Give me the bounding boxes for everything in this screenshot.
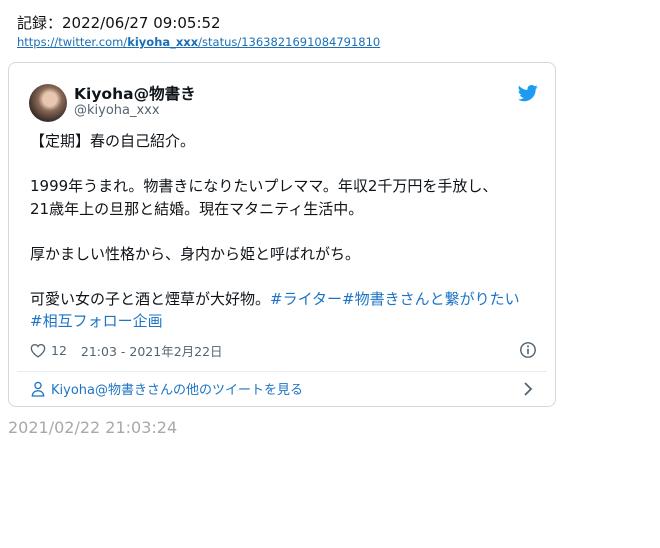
- chevron-right-icon[interactable]: [521, 381, 535, 397]
- author-name[interactable]: Kiyoha@物書き: [74, 82, 196, 104]
- avatar[interactable]: [29, 84, 67, 122]
- tweet-meta: 12 21:03 - 2021年2月22日: [30, 340, 223, 360]
- divider: [17, 371, 547, 372]
- url-prefix: https://twitter.com/: [17, 35, 128, 49]
- tweet-line: 厚かましい性格から、身内から姫と呼ばれがち。: [30, 244, 361, 263]
- tweet-text: 【定期】春の自己紹介。 1999年うまれ。物書きになりたいプレママ。年収2千万円…: [30, 130, 540, 333]
- more-tweets-link[interactable]: Kiyoha@物書きさんの他のツイートを見る: [31, 379, 303, 398]
- info-icon[interactable]: [519, 341, 537, 359]
- tweet-line: 可愛い女の子と酒と煙草が大好物。: [30, 289, 271, 308]
- url-suffix: /status/1363821691084791810: [198, 35, 381, 49]
- author-handle[interactable]: @kiyoha_xxx: [74, 103, 160, 118]
- record-timestamp: 記録：2022/06/27 09:05:52: [17, 14, 221, 32]
- embedded-tweet-card[interactable]: Kiyoha@物書き @kiyoha_xxx 【定期】春の自己紹介。 1999年…: [8, 62, 556, 407]
- more-tweets-label: Kiyoha@物書きさんの他のツイートを見る: [51, 383, 303, 398]
- capture-timestamp: 2021/02/22 21:03:24: [8, 418, 178, 437]
- hashtag-link[interactable]: #ライター: [270, 290, 342, 308]
- url-user: kiyoha_xxx: [127, 35, 199, 49]
- tweet-datetime[interactable]: 21:03 - 2021年2月22日: [81, 341, 223, 360]
- twitter-bird-icon[interactable]: [517, 83, 539, 103]
- hashtag-link[interactable]: #物書きさんと繋がりたい: [342, 290, 520, 308]
- tweet-line: 21歳年上の旦那と結婚。現在マタニティ生活中。: [30, 199, 364, 218]
- hashtag-link[interactable]: #相互フォロー企画: [30, 312, 163, 330]
- heart-icon[interactable]: [30, 343, 46, 358]
- tweet-line: 1999年うまれ。物書きになりたいプレママ。年収2千万円を手放し、: [30, 177, 498, 195]
- person-icon: [31, 381, 45, 397]
- tweet-line: 【定期】春の自己紹介。: [30, 132, 196, 150]
- source-url-link[interactable]: https://twitter.com/kiyoha_xxx/status/13…: [17, 35, 380, 49]
- like-count[interactable]: 12: [51, 343, 67, 358]
